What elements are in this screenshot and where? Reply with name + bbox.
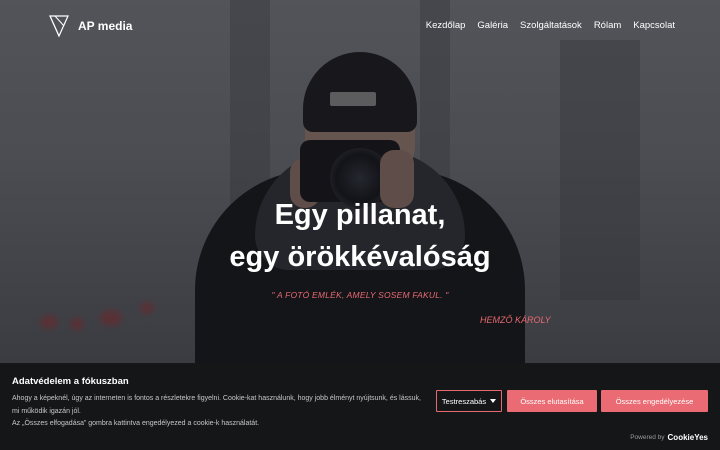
nav-item-contact[interactable]: Kapcsolat <box>633 20 675 31</box>
triangle-logo-icon <box>49 15 69 38</box>
top-navigation: AP media Kezdőlap Galéria Szolgáltatások… <box>0 0 720 52</box>
cookie-banner-text: Ahogy a képeknél, úgy az interneten is f… <box>12 393 422 431</box>
cookie-text-line2: Az „Összes elfogadása” gombra kattintva … <box>12 420 260 427</box>
cookie-banner-title: Adatvédelem a fókuszban <box>12 376 129 387</box>
caret-down-icon <box>490 399 497 403</box>
main-menu: Kezdőlap Galéria Szolgáltatások Rólam Ka… <box>426 20 675 31</box>
nav-item-services[interactable]: Szolgáltatások <box>520 20 582 31</box>
powered-by-label: Powered by <box>630 434 665 441</box>
hero-title-line2: egy örökkévalóság <box>229 241 491 273</box>
nav-item-home[interactable]: Kezdőlap <box>426 20 466 31</box>
brand-name: AP media <box>78 19 133 33</box>
powered-by[interactable]: Powered by CookieYes <box>630 433 708 442</box>
cookie-consent-banner: Adatvédelem a fókuszban Ahogy a képeknél… <box>0 363 720 450</box>
nav-item-gallery[interactable]: Galéria <box>477 20 508 31</box>
accept-all-button[interactable]: Összes engedélyezése <box>601 390 708 412</box>
reject-all-button[interactable]: Összes elutasítása <box>507 390 597 412</box>
brand-logo[interactable]: AP media <box>48 14 132 38</box>
nav-item-about[interactable]: Rólam <box>594 20 621 31</box>
customize-button-label: Testreszabás <box>441 396 487 406</box>
cookieyes-logo: CookieYes <box>667 433 708 442</box>
hero-title-line1: Egy pillanat, <box>274 199 446 231</box>
hero-quote: " A FOTÓ EMLÉK, AMELY SOSEM FAKUL. " <box>271 290 449 300</box>
customize-button[interactable]: Testreszabás <box>436 390 502 412</box>
cookie-text-line1: Ahogy a képeknél, úgy az interneten is f… <box>12 395 421 415</box>
quote-author: HEMZŐ KÁROLY <box>480 315 551 325</box>
